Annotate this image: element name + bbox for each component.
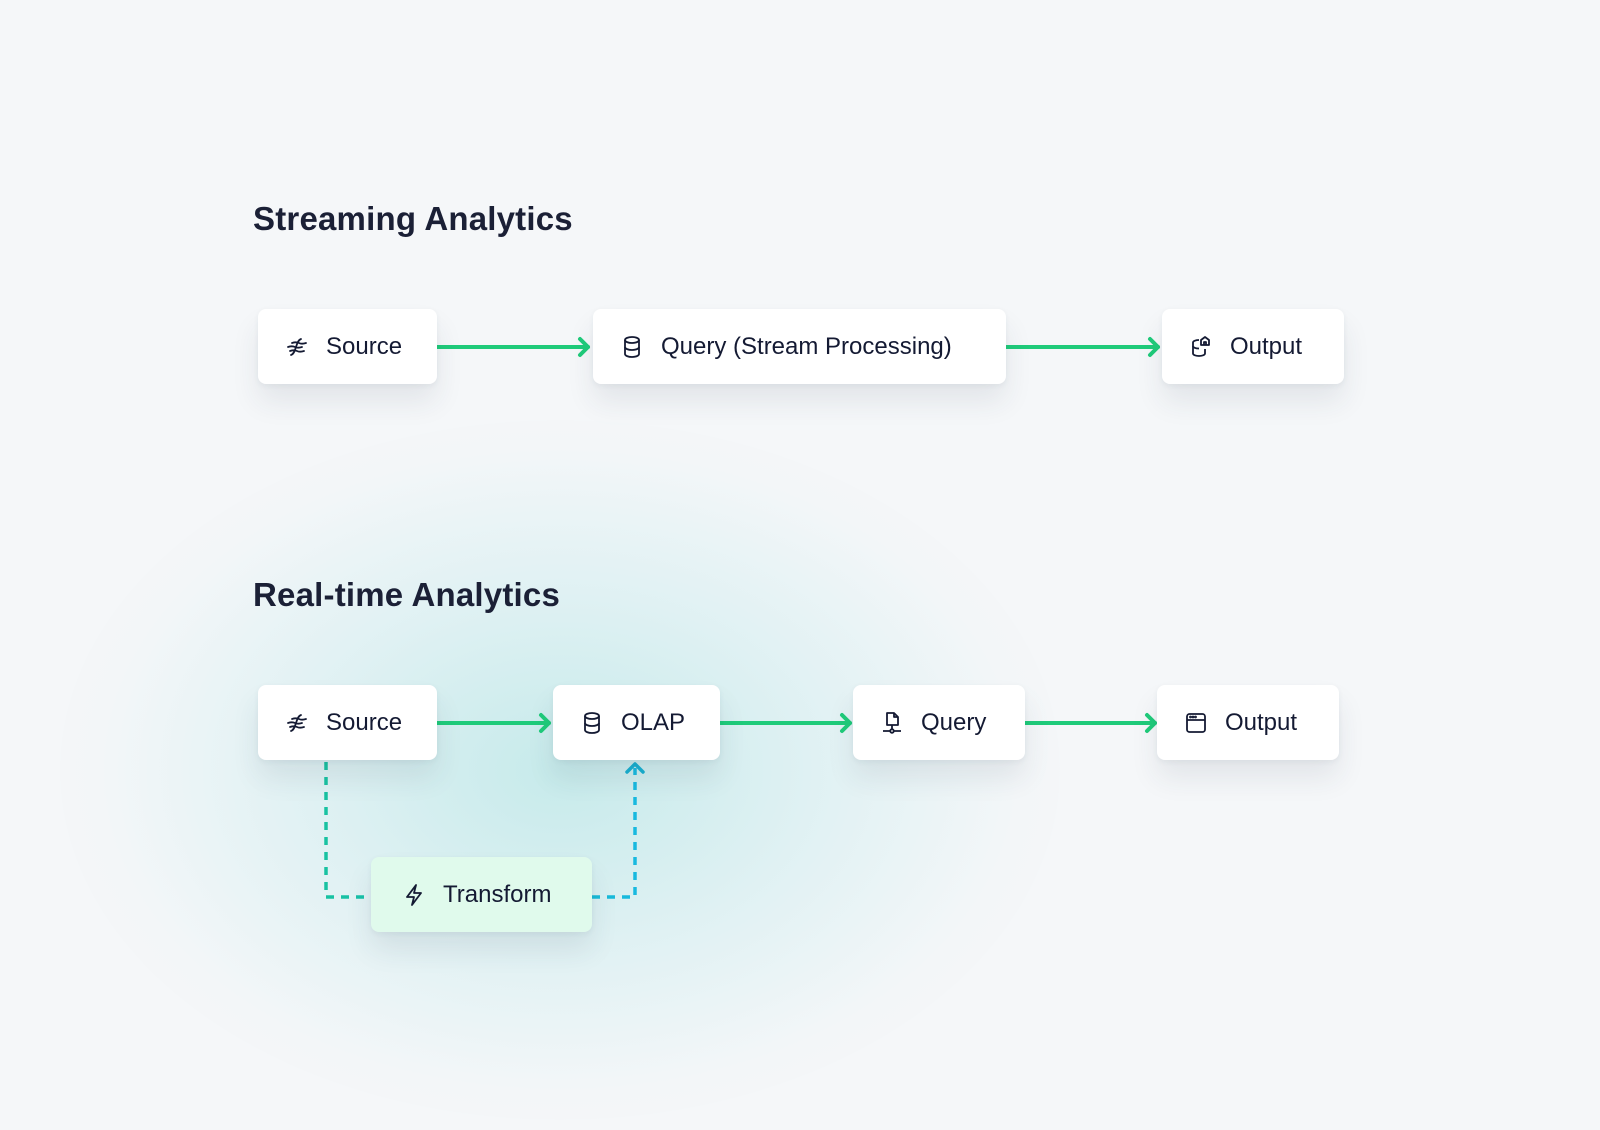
node-query-stream-processing[interactable]: Query (Stream Processing) (593, 309, 1006, 384)
node-label: Source (326, 332, 403, 360)
node-output-streaming[interactable]: Output (1162, 309, 1344, 384)
lightning-bolt-icon (401, 882, 427, 908)
node-output-realtime[interactable]: Output (1157, 685, 1339, 760)
database-icon (619, 334, 645, 360)
node-label: Output (1230, 332, 1303, 360)
database-icon (579, 710, 605, 736)
section-title-realtime: Real-time Analytics (253, 576, 561, 613)
section-title-streaming: Streaming Analytics (253, 200, 573, 237)
arrow-olap-to-query (718, 713, 852, 733)
node-transform[interactable]: Transform (371, 857, 592, 932)
arrow-source-to-query (435, 337, 590, 357)
node-query-realtime[interactable]: Query (853, 685, 1025, 760)
node-source-streaming[interactable]: Source (258, 309, 437, 384)
database-export-icon (1188, 334, 1214, 360)
node-label: Transform (443, 880, 552, 908)
stream-waves-icon (284, 334, 310, 360)
arrow-query-to-output (1004, 337, 1160, 357)
stream-waves-icon (284, 710, 310, 736)
arrow-source-to-olap (435, 713, 551, 733)
browser-window-icon (1183, 710, 1209, 736)
node-label: Query (921, 708, 987, 736)
connectors (324, 337, 1160, 899)
file-network-icon (879, 710, 905, 736)
node-olap[interactable]: OLAP (553, 685, 720, 760)
node-label: Query (Stream Processing) (661, 332, 952, 360)
node-source-realtime[interactable]: Source (258, 685, 437, 760)
node-label: Output (1225, 708, 1298, 736)
node-label: OLAP (621, 708, 686, 736)
arrow-query-to-output (1023, 713, 1157, 733)
node-label: Source (326, 708, 403, 736)
